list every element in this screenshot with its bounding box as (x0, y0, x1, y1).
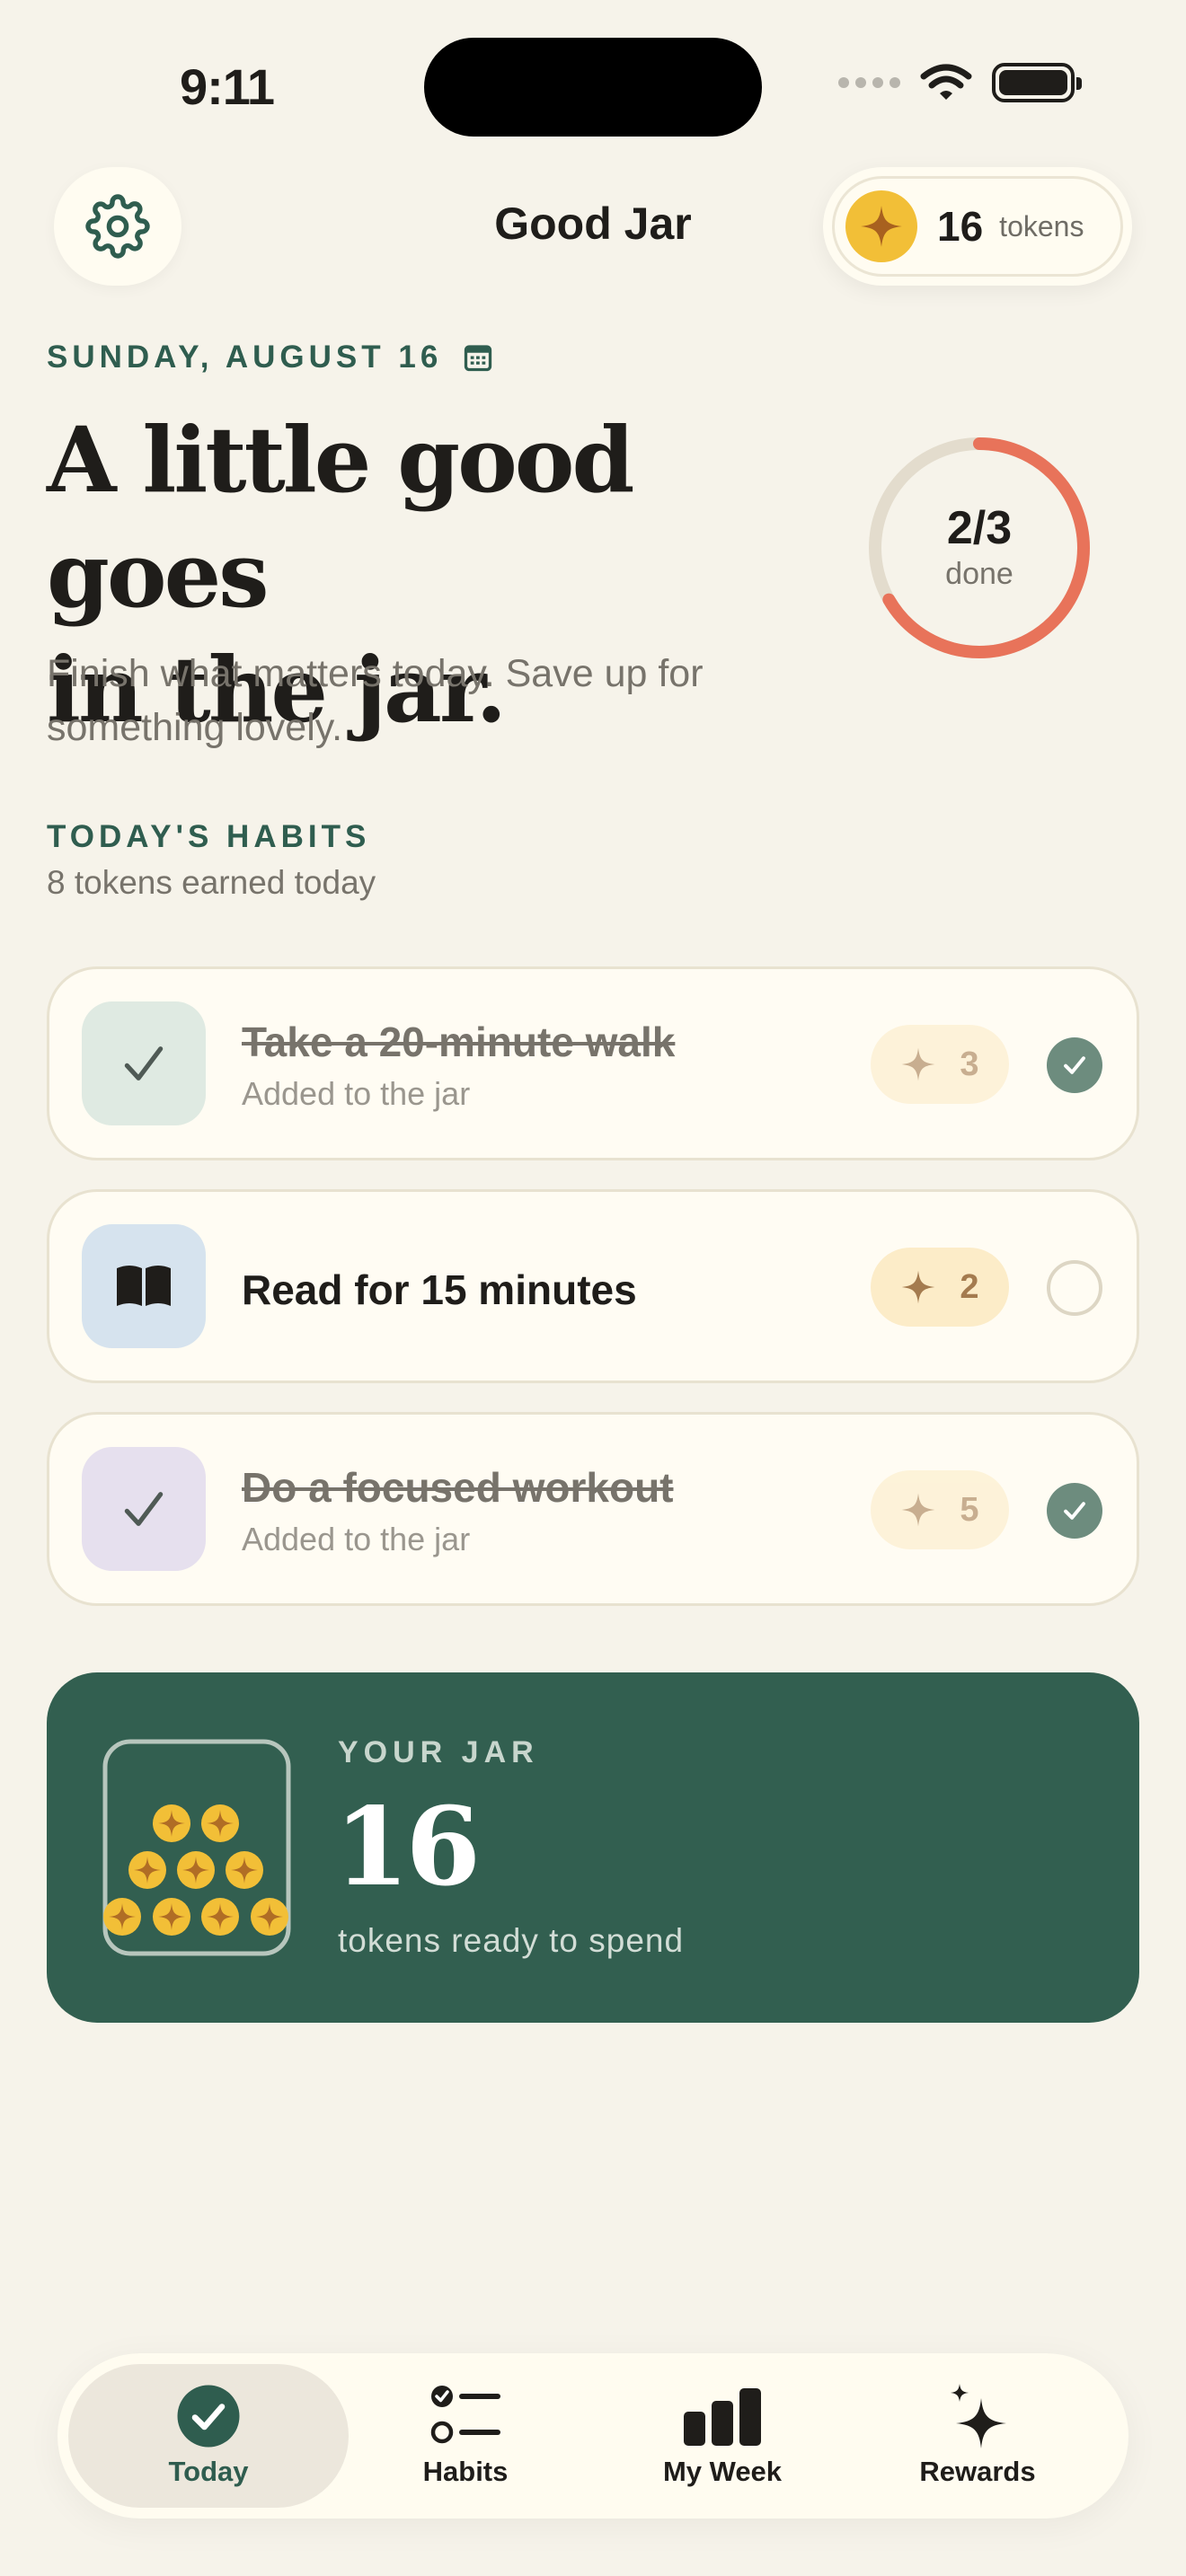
current-date: SUNDAY, AUGUST 16 (47, 340, 443, 375)
sparkle-icon (902, 1270, 935, 1304)
habit-token-badge: 2 (871, 1248, 1009, 1327)
habit-name: Read for 15 minutes (242, 1266, 637, 1313)
token-coin-icon (845, 190, 917, 262)
jar-token-total: 16 (334, 1784, 481, 1910)
habit-complete-toggle[interactable] (1047, 1483, 1102, 1539)
book-icon (117, 1266, 171, 1306)
sparkles-icon (951, 2384, 1006, 2448)
token-count: 16 (937, 203, 984, 250)
battery-icon (992, 63, 1082, 102)
habit-icon-tile (82, 1001, 206, 1125)
habit-status-note: Added to the jar (242, 1521, 471, 1557)
tokens-earned-today: 8 tokens earned today (47, 864, 376, 901)
habit-token-value: 5 (960, 1490, 979, 1529)
checkmark-icon (124, 1492, 164, 1526)
tab-my-week[interactable]: My Week (582, 2364, 863, 2508)
checkmark-icon (1064, 1502, 1085, 1520)
progress-value: 2/3 (946, 502, 1013, 554)
habit-icon-tile (82, 1224, 206, 1348)
check-circle-icon (177, 2385, 240, 2448)
jar-summary-card[interactable]: YOUR JAR 16 tokens ready to spend (47, 1672, 1139, 2023)
bar-chart-icon (684, 2388, 761, 2446)
jar-label: YOUR JAR (338, 1735, 539, 1769)
progress-label: done (945, 557, 1013, 591)
status-time: 9:11 (180, 58, 275, 115)
token-label: tokens (999, 209, 1084, 243)
headline-subtitle: Finish what matters today. Save up for s… (47, 652, 704, 749)
habit-status-note: Added to the jar (242, 1075, 471, 1112)
jar-subtitle: tokens ready to spend (338, 1922, 685, 1959)
progress-text: 2/3 done (864, 501, 1094, 592)
tab-habits[interactable]: Habits (325, 2364, 606, 2508)
habit-complete-toggle[interactable] (1047, 1037, 1102, 1093)
tab-label: My Week (662, 2456, 783, 2487)
habit-card-workout[interactable]: Do a focused workout Added to the jar 5 (47, 1412, 1139, 1606)
checkmark-icon (124, 1046, 164, 1081)
habit-name: Take a 20-minute walk (242, 1019, 676, 1065)
sparkle-icon (902, 1493, 935, 1527)
habit-card-walk[interactable]: Take a 20-minute walk Added to the jar 3 (47, 966, 1139, 1160)
checklist-icon (430, 2386, 500, 2444)
jar-icon (102, 1739, 291, 1956)
tab-label: Rewards (919, 2456, 1036, 2487)
status-indicators (838, 63, 1082, 102)
tab-label: Today (168, 2456, 249, 2487)
wifi-icon (920, 64, 972, 100)
habit-token-value: 3 (960, 1045, 979, 1083)
habit-card-read[interactable]: Read for 15 minutes 2 (47, 1189, 1139, 1383)
habit-name: Do a focused workout (242, 1464, 674, 1511)
habit-complete-toggle[interactable] (1047, 1260, 1102, 1316)
checkmark-icon (1064, 1056, 1085, 1074)
headline-line-1: A little good goes (47, 407, 634, 628)
tab-bar: Today Habits My Week Rewards (58, 2353, 1128, 2519)
habits-section-title: TODAY'S HABITS (47, 819, 371, 854)
sparkle-icon (902, 1047, 935, 1081)
tab-label: Habits (422, 2456, 509, 2487)
habit-token-value: 2 (960, 1267, 979, 1306)
date-row: SUNDAY, AUGUST 16 (47, 340, 494, 375)
tab-rewards[interactable]: Rewards (837, 2364, 1118, 2508)
habit-icon-tile (82, 1447, 206, 1571)
habit-token-badge: 3 (871, 1025, 1009, 1104)
tab-today[interactable]: Today (68, 2364, 349, 2508)
habit-token-badge: 5 (871, 1470, 1009, 1549)
token-balance-pill[interactable]: 16 tokens (823, 167, 1132, 286)
cellular-signal-icon (838, 77, 900, 88)
calendar-icon[interactable] (462, 341, 494, 374)
dynamic-island (424, 38, 762, 137)
